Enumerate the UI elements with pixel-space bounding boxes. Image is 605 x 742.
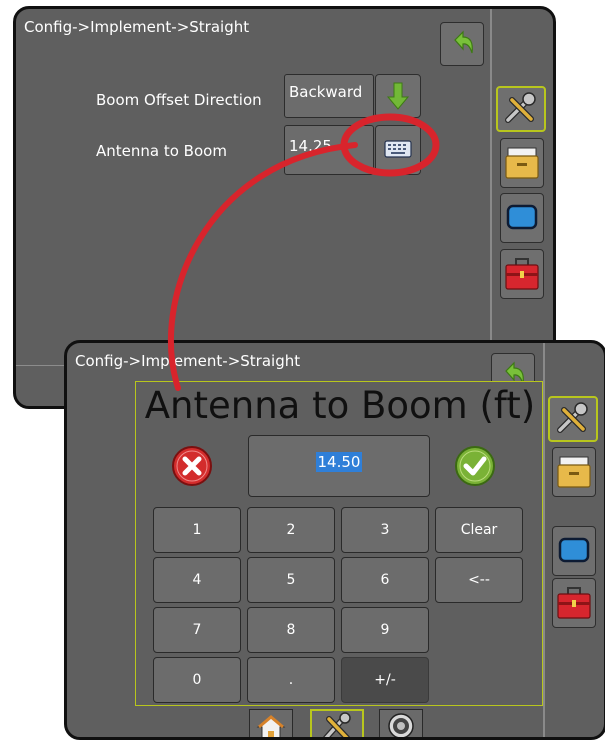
tools-icon [323,712,351,737]
tab-tools[interactable] [496,86,546,132]
value-text: 14.50 [315,452,363,472]
nav-guidance[interactable] [379,709,423,737]
data-management-icon [505,147,539,179]
value-display[interactable]: 14.50 [248,435,430,497]
tab-tools[interactable] [548,396,598,442]
key-plus-minus[interactable]: +/- [341,657,429,703]
breadcrumb: Config->Implement->Straight [75,352,301,370]
boom-offset-direction-value[interactable]: Backward [284,74,374,118]
keypad-screen: Config->Implement->Straight Antenna to B… [64,340,605,740]
accept-icon [455,446,495,486]
key-5[interactable]: 5 [247,557,335,603]
back-button[interactable] [440,22,484,66]
antenna-to-boom-value[interactable]: 14.25 [284,125,374,175]
key-1[interactable]: 1 [153,507,241,553]
tab-display[interactable] [552,526,596,576]
key-4[interactable]: 4 [153,557,241,603]
guidance-icon [388,713,414,737]
data-management-icon [557,456,591,488]
key-3[interactable]: 3 [341,507,429,553]
keypad-dialog: Antenna to Boom (ft) 14.50 1 2 3 Clear 4… [135,381,543,706]
key-2[interactable]: 2 [247,507,335,553]
arrow-down-icon [386,82,410,110]
accept-button[interactable] [454,445,496,487]
tools-icon [505,92,536,123]
tab-toolbox[interactable] [552,578,596,628]
boom-offset-direction-toggle[interactable] [375,74,421,118]
breadcrumb: Config->Implement->Straight [24,18,250,36]
key-7[interactable]: 7 [153,607,241,653]
nav-configuration[interactable] [310,709,364,737]
antenna-to-boom-keypad-button[interactable] [375,125,421,175]
toolbox-icon [557,587,591,619]
nav-home[interactable] [249,709,293,737]
tools-icon [557,402,588,433]
back-arrow-icon [454,30,473,54]
keyboard-icon [384,140,412,158]
tab-display[interactable] [500,193,544,243]
tab-data-management[interactable] [500,138,544,188]
display-icon [558,537,590,563]
key-8[interactable]: 8 [247,607,335,653]
key-backspace[interactable]: <-- [435,557,523,603]
key-decimal[interactable]: . [247,657,335,703]
key-9[interactable]: 9 [341,607,429,653]
display-icon [506,204,538,230]
cancel-icon [172,446,212,486]
toolbox-icon [505,258,539,290]
key-clear[interactable]: Clear [435,507,523,553]
antenna-to-boom-label: Antenna to Boom [96,142,227,160]
key-6[interactable]: 6 [341,557,429,603]
tab-toolbox[interactable] [500,249,544,299]
cancel-button[interactable] [171,445,213,487]
home-icon [256,715,286,737]
key-0[interactable]: 0 [153,657,241,703]
tab-data-management[interactable] [552,447,596,497]
boom-offset-direction-label: Boom Offset Direction [96,91,262,109]
keypad-title: Antenna to Boom (ft) [144,384,536,427]
